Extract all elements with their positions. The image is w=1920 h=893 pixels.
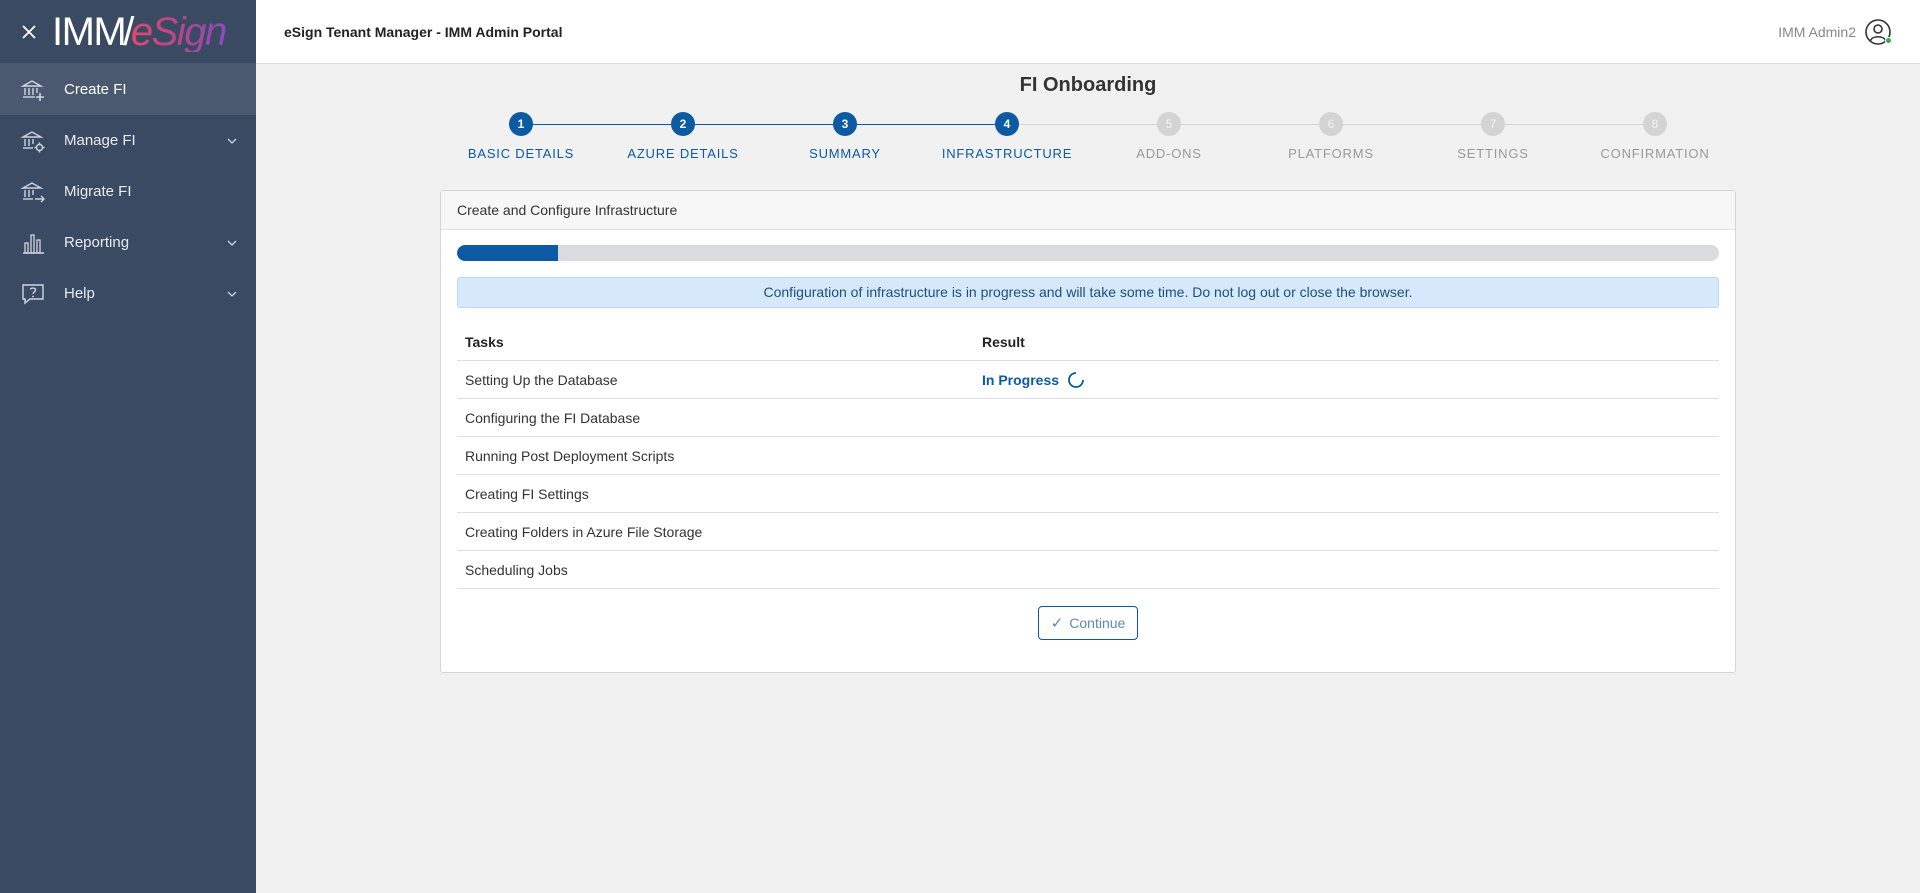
step-number: 2 [671,112,695,136]
progress-bar [457,245,1719,261]
spinner-icon [1068,371,1084,388]
task-name: Setting Up the Database [465,371,618,388]
task-name: Creating Folders in Azure File Storage [465,523,703,540]
step-7: 7 SETTINGS [1412,112,1574,161]
status-text: In Progress [982,371,1060,388]
step-number: 8 [1643,112,1667,136]
sidebar-item-migrate-fi[interactable]: Migrate FI [0,166,256,217]
step-label: SUMMARY [809,146,881,161]
step-label: PLATFORMS [1288,146,1374,161]
step-label: ADD-ONS [1136,146,1202,161]
step-number: 7 [1481,112,1505,136]
app-title: eSign Tenant Manager - IMM Admin Portal [284,23,563,40]
imm-esign-logo: IMM / eSign [52,9,227,54]
task-name: Running Post Deployment Scripts [465,447,675,464]
step-2: 2 AZURE DETAILS [602,112,764,161]
table-row: Scheduling Jobs [457,551,1719,589]
sidebar-item-create-fi[interactable]: Create FI [0,64,256,115]
step-label: SETTINGS [1457,146,1529,161]
bank-arrow-icon [20,181,45,202]
sidebar-item-label: Manage FI [64,132,136,149]
infrastructure-card: Create and Configure Infrastructure Conf… [440,190,1736,673]
table-row: Setting Up the Database In Progress [457,361,1719,399]
table-row: Creating FI Settings [457,475,1719,513]
sidebar-item-label: Reporting [64,234,130,251]
chevron-down-icon[interactable] [226,135,238,147]
continue-button[interactable]: ✓ Continue [1038,606,1138,640]
bar-chart-icon [23,233,44,254]
step-8: 8 CONFIRMATION [1574,112,1736,161]
chevron-down-icon[interactable] [226,237,238,249]
step-label: BASIC DETAILS [467,146,575,161]
logo-esign: eSign [130,9,227,54]
table-header-row: Tasks Result [457,323,1719,361]
step-number: 6 [1319,112,1343,136]
page-title: FI Onboarding [1019,74,1157,96]
continue-label: Continue [1069,615,1126,631]
step-label: CONFIRMATION [1600,146,1710,161]
sidebar-item-help[interactable]: Help [0,268,256,319]
table-row: Creating Folders in Azure File Storage [457,513,1719,551]
step-6: 6 PLATFORMS [1250,112,1412,161]
user-avatar[interactable] [1864,18,1892,46]
tasks-table: Tasks Result Setting Up the Database In P… [457,323,1719,589]
task-name: Creating FI Settings [465,485,589,502]
sidebar-item-label: Create FI [64,81,127,98]
top-header: eSign Tenant Manager - IMM Admin Portal … [256,0,1920,64]
sidebar-item-label: Help [64,285,95,302]
help-icon [22,283,44,304]
logo-imm: IMM [52,9,127,54]
step-number: 1 [509,112,533,136]
progress-bar-fill [457,245,558,261]
info-alert: Configuration of infrastructure is in pr… [457,277,1719,308]
close-icon[interactable] [20,23,38,41]
onboarding-stepper: 1 BASIC DETAILS 2 AZURE DETAILS 3 SUMMARY 4 INF… [440,112,1736,172]
step-4: 4 INFRASTRUCTURE [926,112,1088,161]
card-title: Create and Configure Infrastructure [441,191,1735,230]
step-label: AZURE DETAILS [627,146,739,161]
column-header-tasks: Tasks [465,333,504,350]
sidebar-item-reporting[interactable]: Reporting [0,217,256,268]
step-number: 5 [1157,112,1181,136]
bank-add-icon [20,79,44,101]
user-name[interactable]: IMM Admin2 [1778,24,1856,40]
task-result: In Progress [982,371,1719,389]
step-number: 3 [833,112,857,136]
task-name: Configuring the FI Database [465,409,641,426]
step-5: 5 ADD-ONS [1088,112,1250,161]
step-label: INFRASTRUCTURE [941,146,1073,161]
sidebar-header: IMM / eSign [0,0,256,64]
step-1: 1 BASIC DETAILS [440,112,602,161]
sidebar: IMM / eSign Create FI Manage FI Migrate … [0,0,256,893]
table-row: Running Post Deployment Scripts [457,437,1719,475]
step-number: 4 [995,112,1019,136]
column-header-result: Result [982,333,1025,350]
table-row: Configuring the FI Database [457,399,1719,437]
sidebar-item-manage-fi[interactable]: Manage FI [0,115,256,166]
online-status-dot [1885,36,1892,44]
step-3: 3 SUMMARY [764,112,926,161]
task-name: Scheduling Jobs [465,561,568,578]
chevron-down-icon[interactable] [226,288,238,300]
bank-gear-icon [20,130,45,152]
check-icon: ✓ [1050,615,1064,632]
sidebar-item-label: Migrate FI [64,183,132,200]
